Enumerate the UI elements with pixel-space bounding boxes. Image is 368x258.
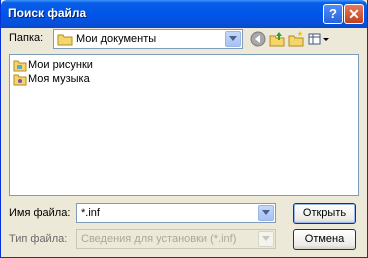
chevron-down-icon xyxy=(262,210,270,215)
help-button[interactable]: ? xyxy=(323,4,343,24)
window-title: Поиск файла xyxy=(8,6,87,20)
chevron-down-icon xyxy=(229,36,237,41)
filename-label: Имя файла: xyxy=(9,207,71,219)
filetype-value: Сведения для установки (*.inf) xyxy=(81,233,237,245)
filename-dropdown-button[interactable] xyxy=(258,205,274,221)
folder-label: Папка: xyxy=(9,32,44,44)
file-name: Мои рисунки xyxy=(28,59,93,71)
close-button[interactable]: ✕ xyxy=(344,4,364,24)
view-menu-icon[interactable] xyxy=(307,30,331,48)
open-button[interactable]: Открыть xyxy=(293,203,356,224)
filetype-dropdown-button[interactable] xyxy=(258,231,274,247)
special-folder-icon xyxy=(13,60,27,72)
folder-dropdown[interactable]: Мои документы xyxy=(53,29,243,49)
close-icon: ✕ xyxy=(348,6,360,22)
help-icon: ? xyxy=(329,6,337,21)
folder-dropdown-button[interactable] xyxy=(225,31,241,47)
file-dialog-window: Поиск файла ? ✕ Папка: Мои документы Мои… xyxy=(0,0,368,258)
title-bar[interactable]: Поиск файла ? ✕ xyxy=(1,0,367,28)
filename-input[interactable]: *.inf xyxy=(81,207,100,219)
special-folder-icon xyxy=(13,74,27,86)
cancel-button[interactable]: Отмена xyxy=(293,229,356,250)
filetype-label: Тип файла: xyxy=(9,233,68,245)
up-folder-icon[interactable] xyxy=(268,30,286,48)
filetype-combo[interactable]: Сведения для установки (*.inf) xyxy=(76,229,276,249)
new-folder-icon[interactable] xyxy=(287,30,305,48)
back-icon[interactable] xyxy=(249,30,267,48)
folder-icon xyxy=(57,34,73,46)
folder-value: Мои документы xyxy=(76,33,157,45)
chevron-down-icon xyxy=(262,236,270,241)
filename-combo[interactable]: *.inf xyxy=(76,203,276,223)
file-list[interactable]: Мои рисунки Моя музыка xyxy=(9,54,359,196)
file-name: Моя музыка xyxy=(28,73,90,85)
